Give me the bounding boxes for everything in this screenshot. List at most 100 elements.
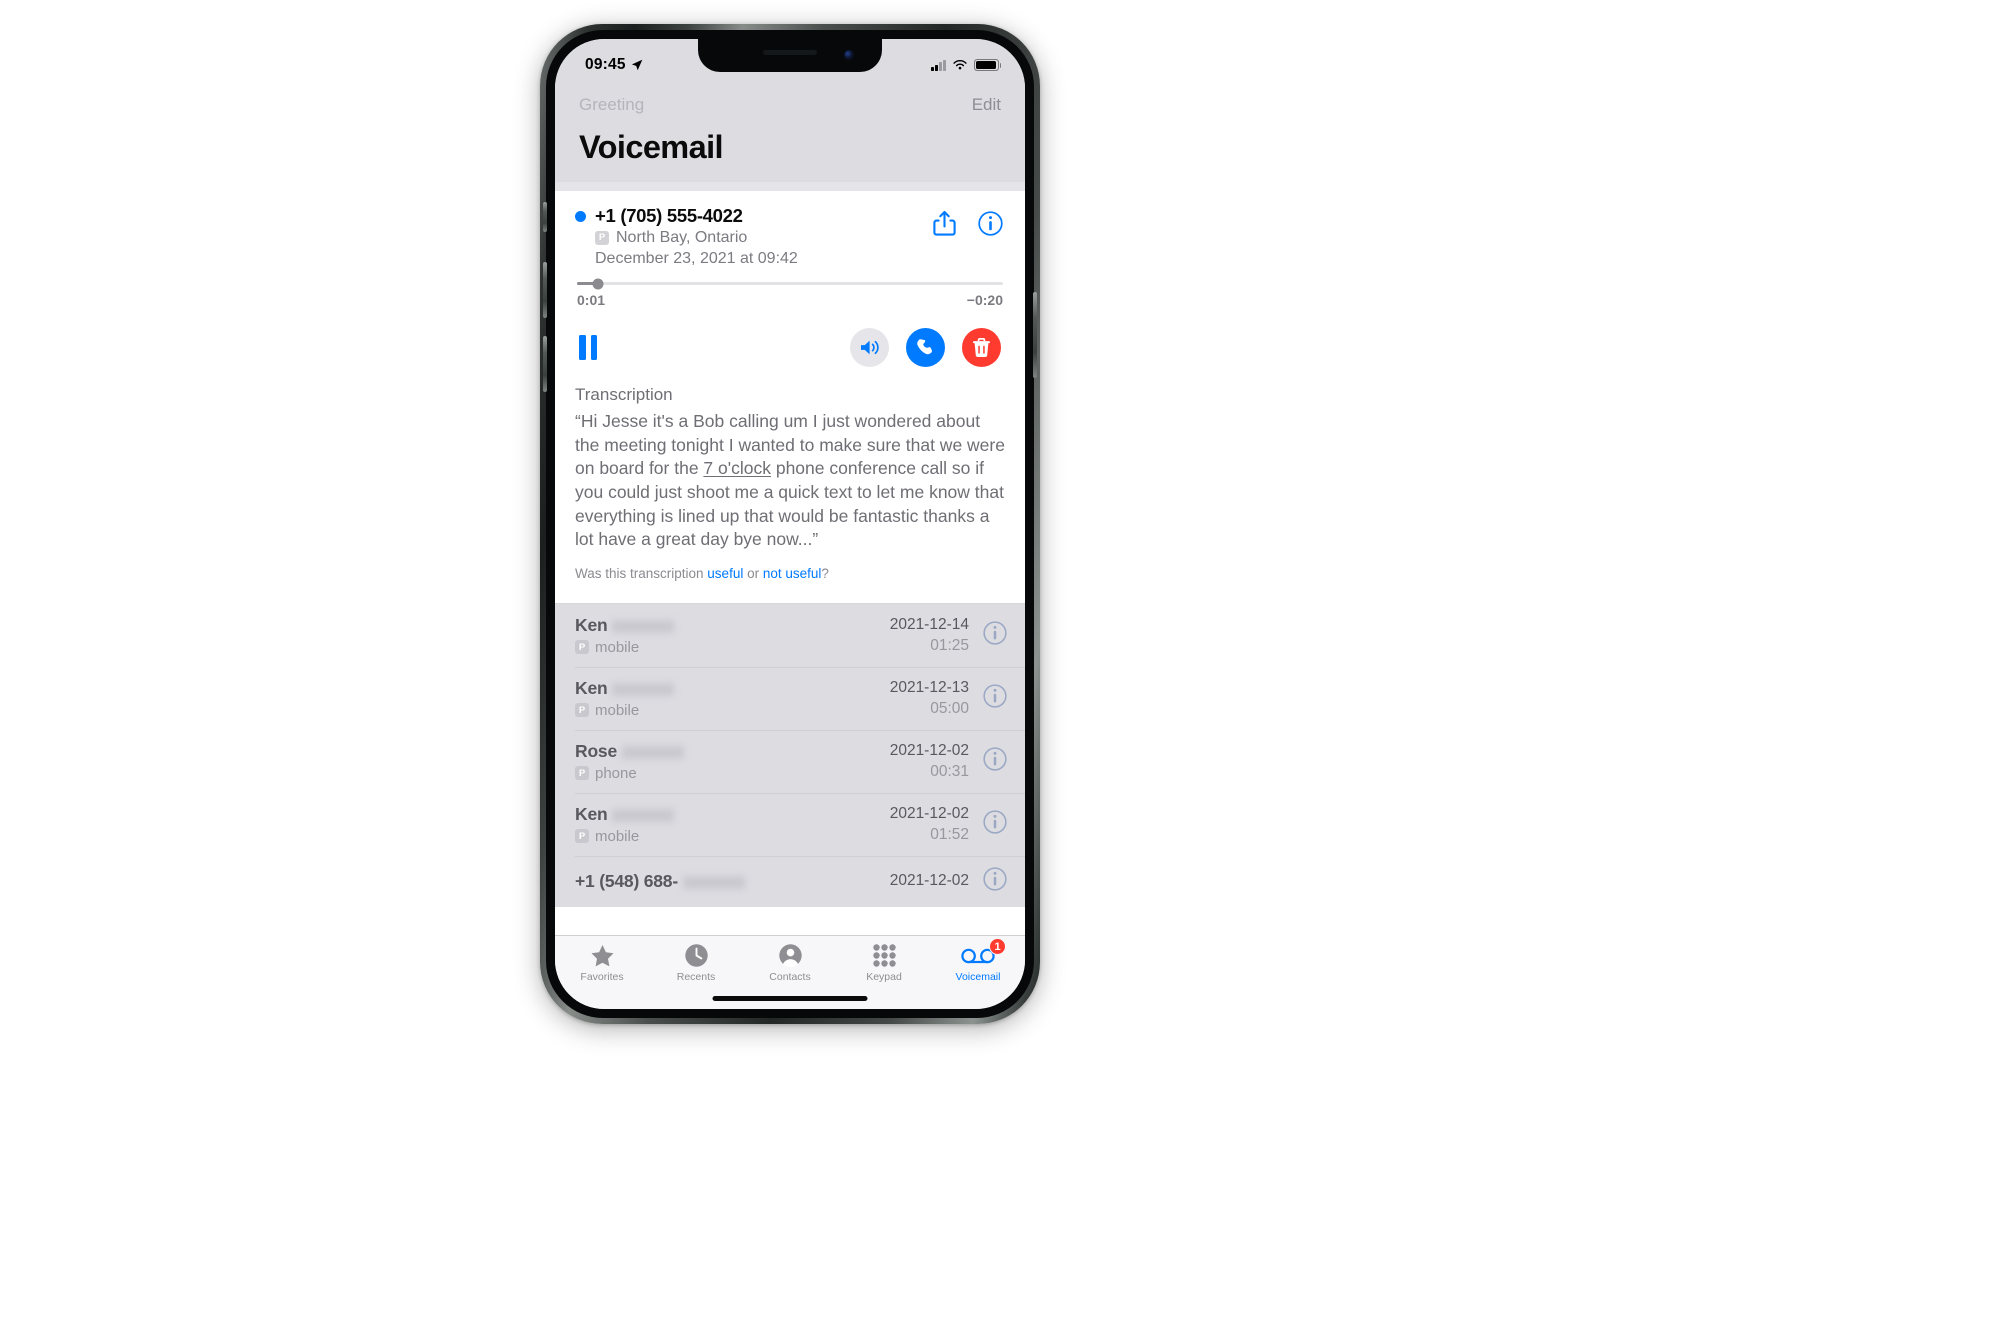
clock-icon — [684, 943, 709, 968]
voicemail-meta: +1 (705) 555-4022 P North Bay, Ontario D… — [575, 205, 923, 268]
list-item[interactable]: Ken P mobile 2021-12-13 05:00 — [555, 666, 1025, 730]
carrier-badge-icon: P — [575, 703, 589, 718]
voicemail-header: +1 (705) 555-4022 P North Bay, Ontario D… — [575, 205, 1005, 268]
playback-scrubber[interactable]: 0:01 −0:20 — [575, 278, 1005, 308]
scroll-content[interactable]: +1 (705) 555-4022 P North Bay, Ontario D… — [555, 191, 1025, 935]
voicemail-item-sub: P phone — [575, 765, 890, 782]
elapsed-time: 0:01 — [577, 292, 606, 308]
voicemail-item-info: Ken P mobile — [575, 678, 890, 719]
screenshot-canvas: 09:45 Greeting Edit Voicemail +1 (705) 5… — [0, 0, 2000, 1333]
voicemail-date: 2021-12-02 — [889, 741, 969, 759]
carrier-badge-icon: P — [595, 231, 609, 245]
tab-contacts[interactable]: Contacts — [743, 943, 837, 983]
share-icon[interactable] — [933, 210, 956, 240]
voicemail-icon: 1 — [961, 938, 1006, 968]
voicemail-item-info: Ken P mobile — [575, 804, 890, 845]
voicemail-item-sub: P mobile — [575, 639, 890, 656]
info-circle-icon[interactable] — [983, 810, 1007, 839]
list-item[interactable]: +1 (548) 688- 2021-12-02 — [555, 855, 1025, 907]
wifi-icon — [953, 59, 967, 70]
voicemail-duration: 05:00 — [930, 699, 969, 717]
feedback-useful-link[interactable]: useful — [707, 566, 743, 581]
voicemail-date: 2021-12-13 — [889, 678, 969, 696]
pause-icon[interactable] — [579, 335, 597, 360]
voicemail-line-type: mobile — [595, 638, 640, 656]
feedback-prefix: Was this transcription — [575, 565, 708, 581]
location-arrow-icon — [631, 59, 642, 71]
voicemail-date: December 23, 2021 at 09:42 — [595, 250, 798, 267]
voicemail-badge: 1 — [989, 938, 1006, 955]
redacted-name-blur — [612, 682, 675, 696]
front-camera — [844, 50, 854, 60]
info-circle-icon[interactable] — [978, 211, 1003, 239]
redacted-name-blur — [612, 808, 675, 822]
tab-label: Favorites — [580, 971, 624, 983]
list-item[interactable]: Rose P phone 2021-12-02 00:31 — [555, 729, 1025, 793]
carrier-badge-icon: P — [575, 829, 589, 844]
scrubber-track[interactable] — [577, 278, 1003, 289]
tab-voicemail[interactable]: 1 Voicemail — [931, 938, 1025, 983]
voicemail-item-right: 2021-12-13 05:00 — [890, 679, 969, 718]
greeting-button[interactable]: Greeting — [579, 95, 644, 115]
voicemail-detail-card[interactable]: +1 (705) 555-4022 P North Bay, Ontario D… — [555, 191, 1025, 603]
voicemail-list[interactable]: Ken P mobile 2021-12-14 01:25 Ken P mobi… — [555, 603, 1025, 907]
voicemail-item-info: Ken P mobile — [575, 615, 890, 656]
trash-icon[interactable] — [962, 328, 1001, 367]
volume-down-button[interactable] — [543, 336, 547, 392]
tab-keypad[interactable]: Keypad — [837, 943, 931, 983]
voicemail-caller-name: Ken — [575, 677, 675, 699]
transcription-highlight[interactable]: 7 o'clock — [703, 458, 771, 478]
silence-switch[interactable] — [543, 202, 547, 232]
scrubber-times: 0:01 −0:20 — [577, 292, 1003, 308]
voicemail-item-right: 2021-12-14 01:25 — [890, 616, 969, 655]
info-circle-icon[interactable] — [983, 747, 1007, 776]
phone-call-icon[interactable] — [906, 328, 945, 367]
voicemail-duration: 01:52 — [930, 825, 969, 843]
voicemail-caller-name: Ken — [575, 804, 675, 825]
status-bar-right — [931, 59, 1002, 71]
voicemail-header-actions — [923, 205, 1005, 240]
voicemail-duration: 00:31 — [930, 762, 969, 780]
caller-name-text: Ken — [575, 677, 608, 698]
unread-indicator-dot — [575, 210, 586, 222]
info-circle-icon[interactable] — [983, 867, 1007, 896]
redacted-name-blur — [612, 619, 675, 633]
tab-favorites[interactable]: Favorites — [555, 943, 649, 983]
voicemail-item-info: +1 (548) 688- — [575, 871, 890, 892]
info-circle-icon[interactable] — [983, 621, 1007, 650]
speaker-icon[interactable] — [850, 328, 889, 367]
edit-button[interactable]: Edit — [972, 95, 1001, 115]
voicemail-line-type: phone — [595, 764, 637, 782]
voicemail-caller-name: Rose — [575, 741, 684, 762]
nav-row: Greeting Edit — [555, 83, 1025, 127]
transcription-feedback: Was this transcription useful or not use… — [575, 552, 1005, 593]
call-actions — [850, 328, 1001, 367]
voicemail-date: 2021-12-02 — [889, 804, 969, 822]
voicemail-line-type: mobile — [595, 827, 640, 845]
scrubber-handle[interactable] — [592, 278, 604, 289]
feedback-suffix: ? — [821, 565, 829, 581]
home-indicator[interactable] — [712, 996, 868, 1001]
star-icon — [590, 943, 615, 968]
voicemail-location-row: P North Bay, Ontario — [595, 229, 923, 247]
voicemail-duration: 01:25 — [930, 636, 969, 654]
voicemail-item-right: 2021-12-02 01:52 — [890, 805, 969, 844]
voicemail-date: 2021-12-02 — [889, 872, 969, 890]
volume-up-button[interactable] — [543, 262, 547, 318]
list-item[interactable]: Ken P mobile 2021-12-14 01:25 — [555, 604, 1025, 667]
caller-name-text: Rose — [575, 740, 617, 761]
voicemail-item-info: Rose P phone — [575, 741, 890, 782]
list-item[interactable]: Ken P mobile 2021-12-02 01:52 — [555, 792, 1025, 856]
tab-recents[interactable]: Recents — [649, 943, 743, 983]
voicemail-item-sub: P mobile — [575, 702, 890, 719]
transcription-text: “Hi Jesse it's a Bob calling um I just w… — [575, 410, 1005, 552]
voicemail-item-right: 2021-12-02 — [890, 872, 969, 890]
keypad-icon — [872, 943, 897, 968]
voicemail-item-sub: P mobile — [575, 828, 890, 845]
tab-label: Recents — [676, 971, 716, 983]
feedback-not-useful-link[interactable]: not useful — [763, 566, 822, 581]
power-button[interactable] — [1033, 292, 1037, 378]
voicemail-date: 2021-12-14 — [889, 615, 969, 633]
device-notch — [698, 39, 882, 72]
info-circle-icon[interactable] — [983, 684, 1007, 713]
